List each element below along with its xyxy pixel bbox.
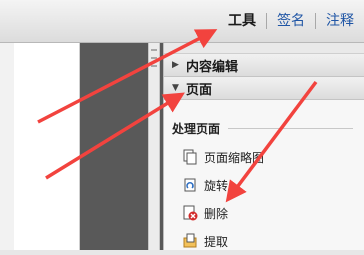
expanded-arrow-icon: ▼ xyxy=(172,83,179,93)
collapsed-arrow-icon: ▶ xyxy=(172,60,179,70)
delete-icon xyxy=(182,205,198,221)
section-label: 页面 xyxy=(186,82,213,98)
section-pages[interactable]: ▼ 页面 xyxy=(164,77,364,100)
tool-extract[interactable]: 提取 xyxy=(164,227,364,255)
group-divider xyxy=(228,128,353,129)
top-toolbar: 工具 签名 注释 xyxy=(0,0,364,43)
tools-panel: ▶ 内容编辑 ▼ 页面 处理页面 页面缩略图 旋转 删除 提取 xyxy=(163,43,364,250)
section-content-editing[interactable]: ▶ 内容编辑 xyxy=(164,54,364,77)
section-label: 内容编辑 xyxy=(186,59,239,75)
tab-sign[interactable]: 签名 xyxy=(267,0,315,42)
tab-tools[interactable]: 工具 xyxy=(218,0,266,42)
tab-comment[interactable]: 注释 xyxy=(316,0,364,42)
group-title-label: 处理页面 xyxy=(172,122,221,136)
document-left-strip xyxy=(0,43,14,250)
tool-label: 页面缩略图 xyxy=(204,150,265,165)
document-page xyxy=(14,43,80,250)
tool-label: 删除 xyxy=(204,206,229,221)
tool-label: 旋转 xyxy=(204,178,229,193)
toolbar-tabs: 工具 签名 注释 xyxy=(218,0,364,42)
tool-rotate[interactable]: 旋转 xyxy=(164,171,364,199)
panel-scrollbar[interactable] xyxy=(148,43,160,250)
extract-icon xyxy=(182,233,198,249)
tool-label: 提取 xyxy=(204,234,229,249)
scroll-marks-icon xyxy=(151,49,157,67)
panel-top-bar xyxy=(164,43,364,54)
group-title: 处理页面 xyxy=(172,120,364,137)
tool-page-thumbnails[interactable]: 页面缩略图 xyxy=(164,143,364,171)
rotate-icon xyxy=(182,177,198,193)
page-thumbnails-icon xyxy=(182,149,198,165)
tool-delete[interactable]: 删除 xyxy=(164,199,364,227)
